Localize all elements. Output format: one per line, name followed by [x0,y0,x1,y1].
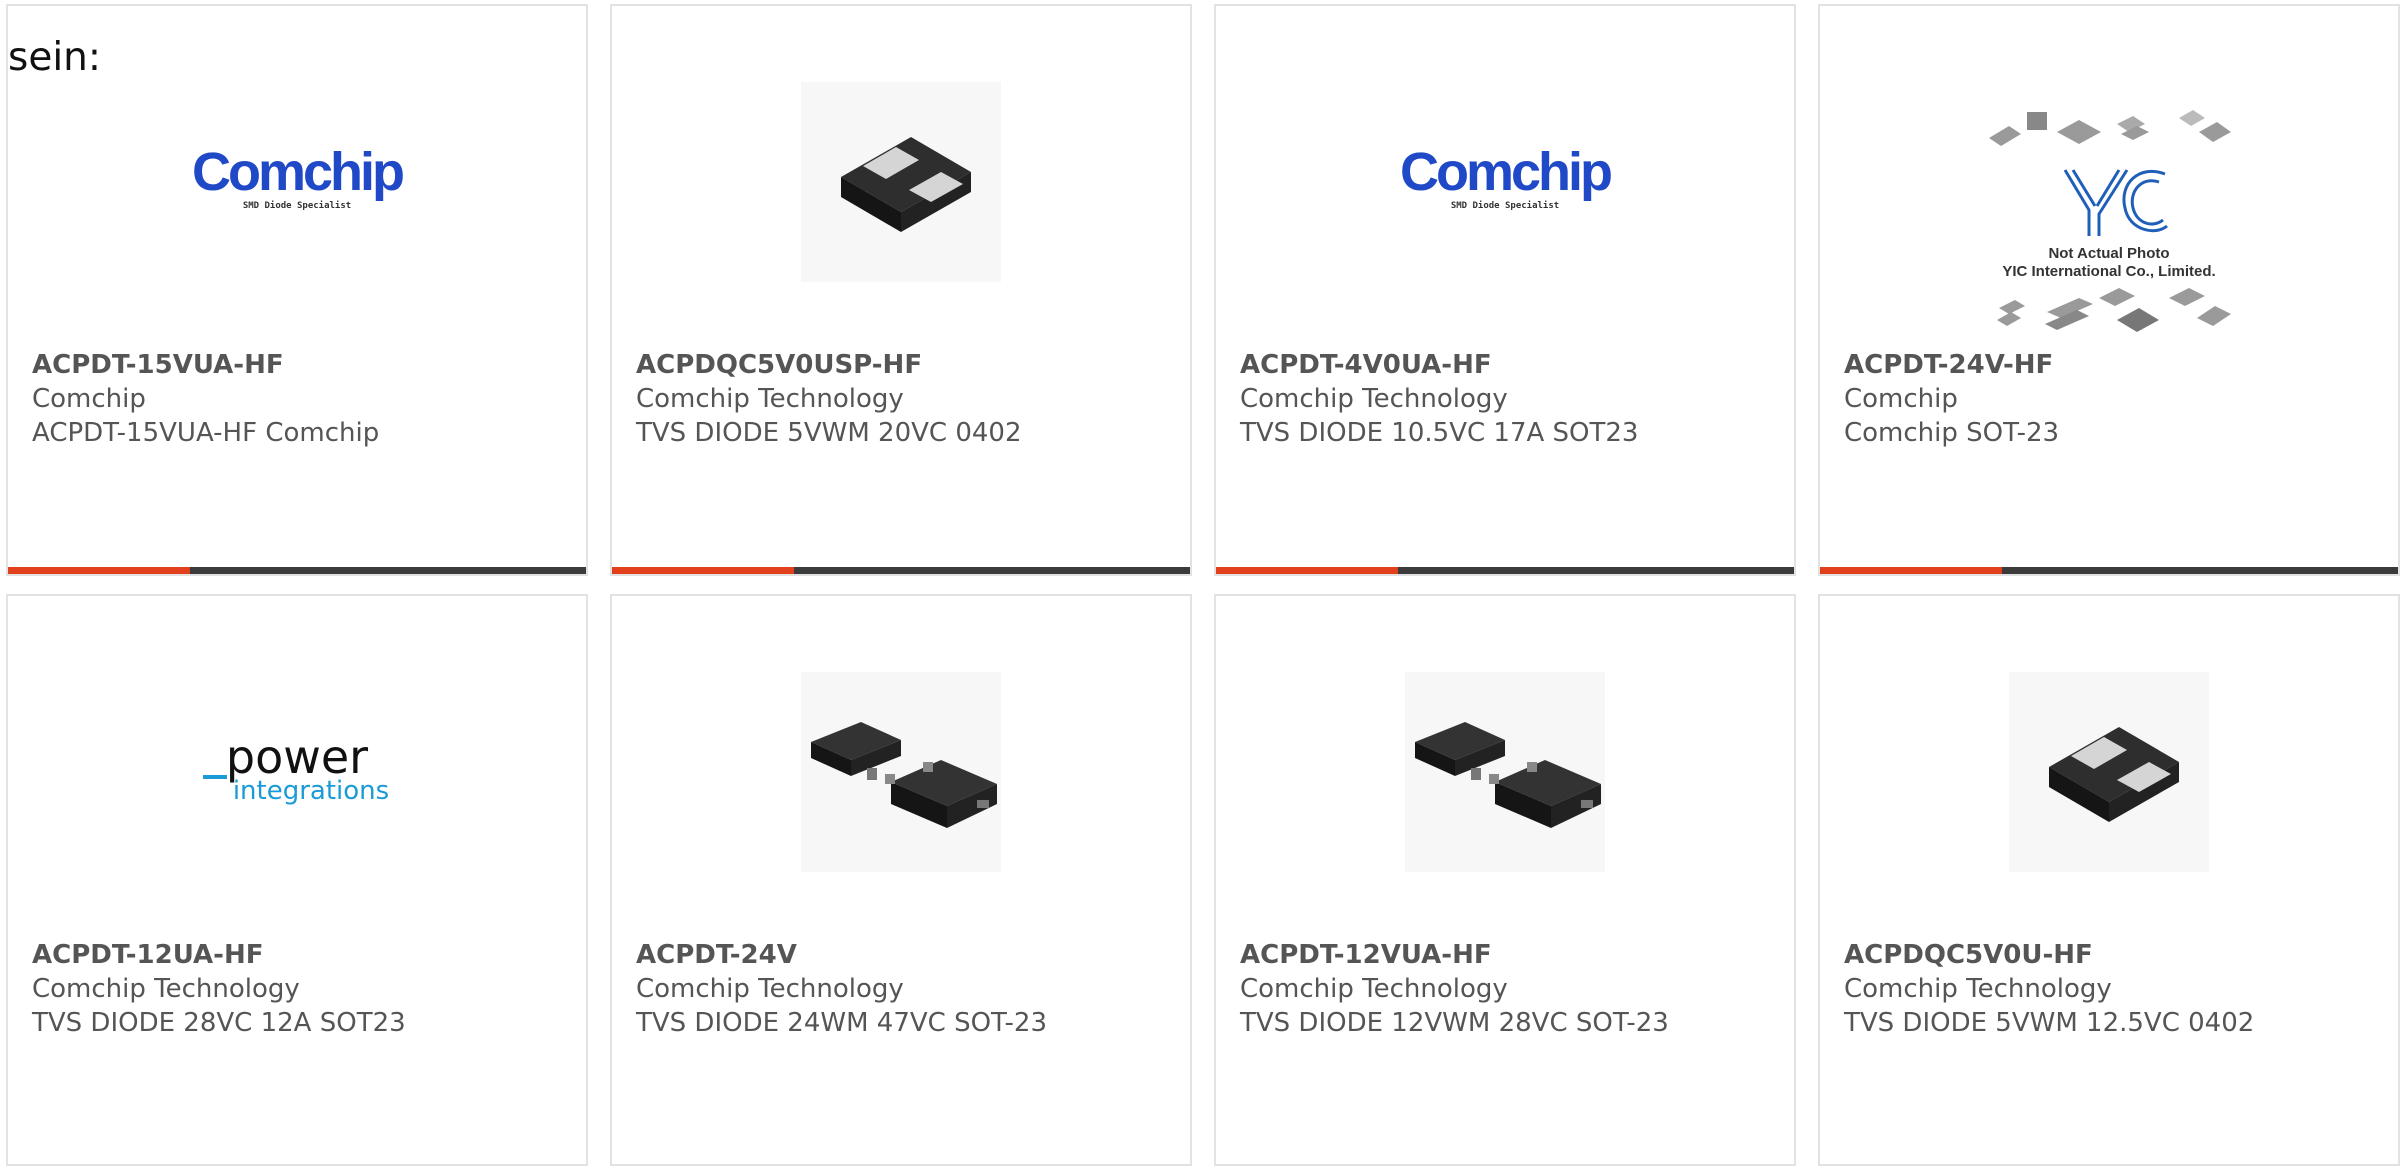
logo-wordmark: Comchip [1400,142,1611,202]
description: Comchip SOT-23 [1844,418,2060,448]
product-card[interactable]: power integrations ACPDT-12UA-HF Comchip… [6,594,588,1166]
manufacturer: Comchip Technology [32,974,300,1004]
chip-0402-icon [612,70,1190,294]
chip-0402-icon [1820,660,2398,884]
part-number[interactable]: ACPDQC5V0U-HF [1844,938,2382,972]
description: TVS DIODE 5VWM 20VC 0402 [636,418,1022,448]
sot23-icon [1216,660,1794,884]
intro-text: sein: [8,35,102,80]
part-number[interactable]: ACPDT-24V-HF [1844,348,2382,382]
card-footer-bar [8,567,586,574]
logo-tagline: SMD Diode Specialist [243,200,351,211]
part-number[interactable]: ACPDT-24V [636,938,1174,972]
sot23-icon [612,660,1190,884]
product-card[interactable]: Comchip SMD Diode Specialist ACPDT-15VUA… [6,4,588,576]
description: ACPDT-15VUA-HF Comchip [32,418,380,448]
product-grid: Comchip SMD Diode Specialist ACPDT-15VUA… [6,4,2400,1166]
product-card[interactable]: ACPDQC5V0U-HF Comchip Technology TVS DIO… [1818,594,2400,1166]
part-number[interactable]: ACPDT-12VUA-HF [1240,938,1778,972]
manufacturer: Comchip Technology [636,974,904,1004]
card-footer-bar [1820,567,2398,574]
product-card[interactable]: ACPDT-24V Comchip Technology TVS DIODE 2… [610,594,1192,1166]
logo-tagline: SMD Diode Specialist [1451,200,1559,211]
manufacturer: Comchip [1844,384,1958,414]
description: TVS DIODE 28VC 12A SOT23 [32,1008,406,1038]
description: TVS DIODE 10.5VC 17A SOT23 [1240,418,1639,448]
comchip-logo: Comchip SMD Diode Specialist [1216,70,1794,294]
power-integrations-logo: power integrations [8,660,586,884]
manufacturer: Comchip Technology [1240,384,1508,414]
card-footer-bar [1216,567,1794,574]
product-card[interactable]: ACPDQC5V0USP-HF Comchip Technology TVS D… [610,4,1192,576]
part-number[interactable]: ACPDT-12UA-HF [32,938,570,972]
manufacturer: Comchip Technology [1240,974,1508,1004]
manufacturer: Comchip [32,384,146,414]
product-card[interactable]: ACPDT-12VUA-HF Comchip Technology TVS DI… [1214,594,1796,1166]
logo-tagline: integrations [233,776,389,806]
product-card[interactable]: Comchip SMD Diode Specialist ACPDT-4V0UA… [1214,4,1796,576]
description: TVS DIODE 12VWM 28VC SOT-23 [1240,1008,1669,1038]
part-number[interactable]: ACPDQC5V0USP-HF [636,348,1174,382]
logo-wordmark: Comchip [192,142,403,202]
comchip-logo: Comchip SMD Diode Specialist [8,70,586,294]
logo-line-2: YIC International Co., Limited. [2002,263,2215,280]
card-footer-bar [612,567,1190,574]
product-card[interactable]: Not Actual Photo YIC International Co., … [1818,4,2400,576]
manufacturer: Comchip Technology [636,384,904,414]
description: TVS DIODE 24WM 47VC SOT-23 [636,1008,1048,1038]
part-number[interactable]: ACPDT-4V0UA-HF [1240,348,1778,382]
manufacturer: Comchip Technology [1844,974,2112,1004]
description: TVS DIODE 5VWM 12.5VC 0402 [1844,1008,2255,1038]
part-number[interactable]: ACPDT-15VUA-HF [32,348,570,382]
logo-line-1: Not Actual Photo [2048,245,2169,262]
yic-placeholder-image: Not Actual Photo YIC International Co., … [1820,98,2398,338]
